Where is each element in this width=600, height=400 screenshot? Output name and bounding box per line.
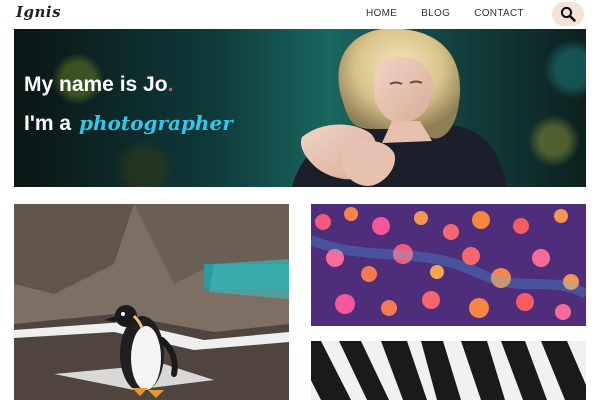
hero-prefix-text: I'm a bbox=[24, 112, 72, 135]
search-icon bbox=[560, 6, 576, 22]
jellyfish-image bbox=[311, 204, 586, 326]
penguin-image bbox=[14, 204, 289, 400]
site-header: Ignis HOME BLOG CONTACT bbox=[0, 0, 600, 28]
site-logo[interactable]: Ignis bbox=[16, 3, 61, 21]
hero-heading: My name is Jo. bbox=[24, 73, 173, 97]
gallery-photo-zebra[interactable] bbox=[311, 341, 586, 400]
nav-blog[interactable]: BLOG bbox=[421, 8, 450, 19]
nav-contact[interactable]: CONTACT bbox=[474, 8, 524, 19]
hero-dot: . bbox=[167, 73, 174, 96]
gallery-photo-penguin[interactable] bbox=[14, 204, 289, 400]
hero-banner: My name is Jo. I'm a photographer bbox=[14, 29, 586, 187]
main-nav: HOME BLOG CONTACT bbox=[366, 8, 524, 19]
gallery-photo-jellyfish[interactable] bbox=[311, 204, 586, 326]
hero-portrait-image bbox=[292, 29, 507, 187]
nav-home[interactable]: HOME bbox=[366, 8, 397, 19]
hero-role-text: photographer bbox=[79, 111, 233, 135]
hero-name-text: My name is Jo bbox=[24, 73, 168, 96]
zebra-image bbox=[311, 341, 586, 400]
search-button[interactable] bbox=[552, 2, 584, 26]
hero-subheading: I'm a photographer bbox=[24, 111, 233, 136]
